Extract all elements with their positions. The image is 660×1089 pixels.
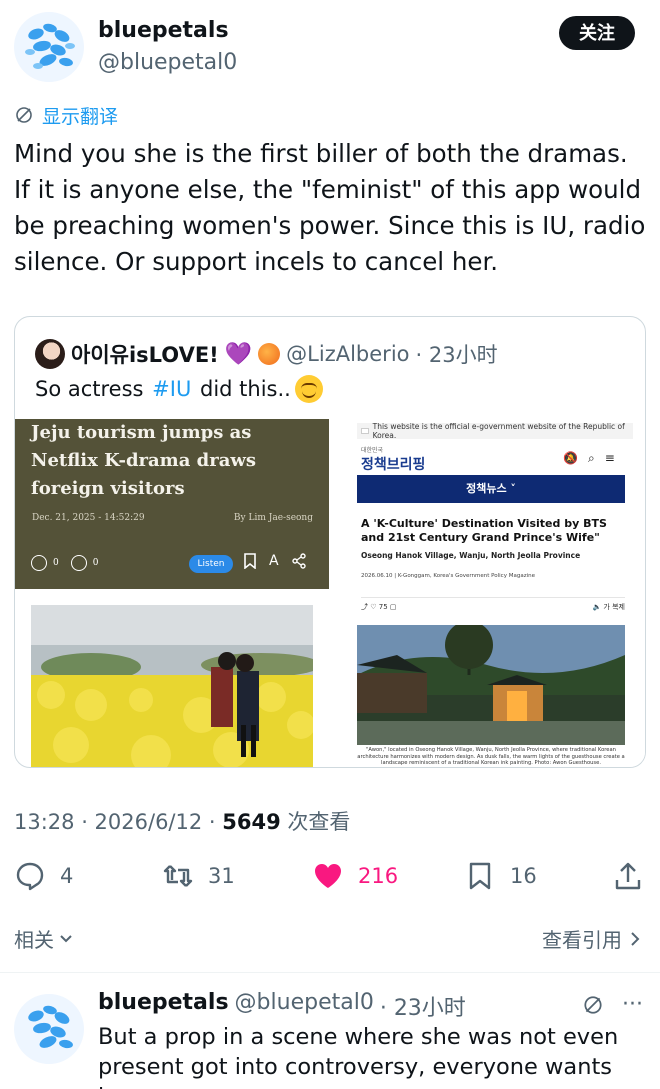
retweet-count: 31 [208,864,235,888]
related-toggle[interactable]: 相关 [14,924,74,953]
reply-count: 4 [60,864,74,888]
share-stats: ⤴ ♡ 75 ▢ [361,603,397,611]
reply-header-icons: ··· [582,992,643,1017]
listen-button: Listen [189,555,233,573]
logo-text: 정책브리핑 [361,457,426,473]
like-count: 216 [358,864,399,888]
article-headline: Jeju tourism jumps as Netflix K-drama dr… [31,422,257,499]
translate-label: 显示翻译 [42,105,119,128]
translate-icon[interactable] [582,994,604,1016]
print-label: 복제 [612,603,625,611]
tweet-meta: 13:28 · 2026/6/12 · 5649 次查看 [14,806,350,836]
bookmark-button[interactable]: 16 [464,856,537,896]
tweet-text: Mind you she is the first biller of both… [14,139,646,276]
quote-media-right[interactable]: This website is the official e-governmen… [329,419,645,767]
article-subtitle: Oseong Hanok Village, Wanju, North Jeoll… [361,551,581,560]
retweet-button[interactable]: 31 [162,856,235,896]
more-options-icon[interactable]: ··· [622,992,643,1017]
view-quotes-link[interactable]: 查看引用 [542,924,642,953]
quote-author-handle[interactable]: @LizAlberio [286,342,409,366]
reply-text: But a prop in a scene where she was not … [98,1024,619,1089]
peach-emoji-icon [258,343,281,365]
article-meta: 2026.06.10 | K-Gonggam, Korea's Governme… [361,573,535,579]
avatar[interactable] [14,12,84,82]
chevron-right-icon [631,931,640,946]
quote-media-left[interactable]: Jeju tourism jumps as Netflix K-drama dr… [15,419,329,767]
tweet-timestamp[interactable]: 13:28 · 2026/6/12 · [14,810,222,834]
hashtag-link[interactable]: #IU [152,377,191,401]
menu-icon: ≡ [604,451,615,465]
site-logo: 대한민국 정책브리핑 [361,445,425,474]
bookmark-count: 16 [510,864,537,888]
search-icon: ⌕ [587,451,595,465]
like-button[interactable]: 216 [312,856,398,896]
translate-icon [16,107,32,123]
share-icon [291,553,306,569]
article-share-bar: ⤴ ♡ 75 ▢ 🔈 가 복제 [361,597,625,613]
site-header-icons: 🔕 ⌕ ≡ [563,451,615,466]
photo-caption: "Awon," located in Oseong Hanok Village,… [357,747,625,766]
reply-time: · 23小时 [379,996,466,1021]
translate-link[interactable]: 显示翻译 [14,102,118,128]
article-byline: By Lim Jae-seong [233,513,313,523]
reply-author-name[interactable]: bluepetals [98,990,229,1022]
smiling-face-emoji-icon [294,375,323,403]
quote-text-after: did this.. [193,377,291,401]
divider [0,972,660,973]
quote-text-before: So actress [35,377,151,401]
reply-author-handle[interactable]: @bluepetal0 [235,990,374,1022]
policy-news-nav: 정책뉴스 ˅ [357,475,625,503]
quote-author-name[interactable]: 아이유isLOVE! [71,339,219,369]
share-count: 75 [378,603,388,611]
reply-icon [16,862,44,891]
view-count: 5649 [222,810,281,834]
font-label: 가 [603,603,610,611]
reply-button[interactable]: 4 [14,856,73,896]
views-label: 次查看 [280,810,351,834]
share-icon [615,862,641,890]
sad-reaction-icon [70,555,87,571]
comment-count: 0 [53,558,59,568]
quoted-tweet[interactable]: 아이유isLOVE! 💜 @LizAlberio · 23小时 So actre… [14,316,646,768]
smile-reaction-icon [31,555,47,571]
drama-scene-photo [31,605,313,767]
font-size-icon: A [269,553,279,569]
author-name[interactable]: bluepetals [98,18,229,43]
article-title: A 'K-Culture' Destination Visited by BTS… [361,517,607,544]
article-tools: A [243,553,307,569]
article-date: Dec. 21, 2025 - 14:52:29 [32,513,145,523]
related-label: 相关 [14,928,54,952]
tweet-header: bluepetals @bluepetal0 关注 [0,0,660,100]
retweet-icon [163,865,193,887]
article-screenshot-header: Jeju tourism jumps as Netflix K-drama dr… [15,419,329,589]
share-button[interactable] [612,856,644,896]
quote-header: 아이유isLOVE! 💜 @LizAlberio · 23小时 [35,337,498,371]
official-site-notice: This website is the official e-governmen… [357,422,633,440]
official-notice-text: This website is the official e-governmen… [372,422,625,440]
quote-avatar[interactable] [35,339,65,369]
article-reaction-bar: 0 0 [31,555,98,571]
tweet-actions: 4 31 216 16 [14,856,646,896]
heart-filled-icon [315,864,341,888]
quote-time: · 23小时 [415,343,498,367]
reply-header: bluepetals @bluepetal0 · 23小时 [98,990,466,1022]
quote-text: So actress #IU did this.. [35,375,323,403]
author-handle[interactable]: @bluepetal0 [98,50,237,75]
chevron-down-icon [60,934,72,942]
bookmark-icon [244,553,256,569]
purple-heart-emoji: 💜 [224,341,253,367]
view-quotes-label: 查看引用 [542,928,622,952]
bell-off-icon: 🔕 [563,451,578,465]
bookmark-icon [469,862,491,890]
reply-avatar[interactable] [14,994,84,1064]
logo-small-text: 대한민국 [361,447,384,454]
follow-button[interactable]: 关注 [559,16,635,50]
reaction-count: 0 [92,558,99,568]
reader-tools: 🔈 가 복제 [592,603,625,611]
korea-flag-icon [361,428,369,434]
hanok-village-photo [357,625,625,745]
